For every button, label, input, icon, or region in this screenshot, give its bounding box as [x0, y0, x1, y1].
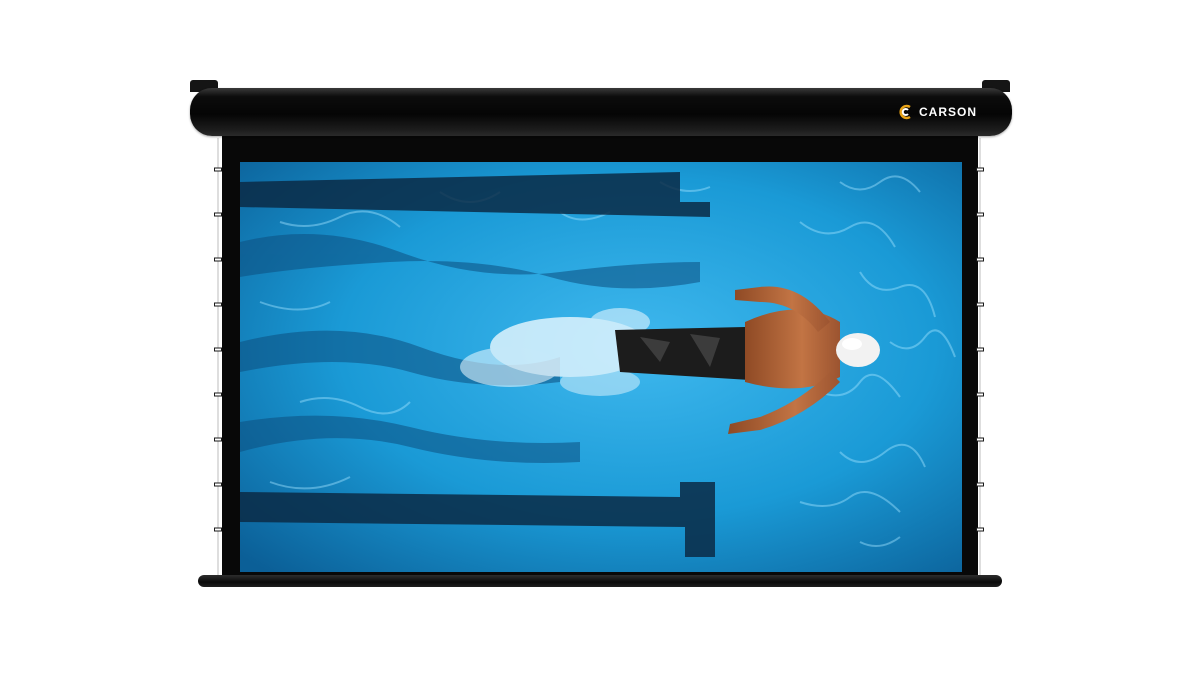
projector-screen-product-image: CARSON — [0, 0, 1200, 675]
swimmer-trunks — [615, 327, 750, 380]
carson-logo-icon — [899, 104, 911, 120]
right-tension-cable — [976, 138, 984, 578]
screen-bottom-weight-bar — [198, 575, 1002, 587]
screen-roller-housing — [190, 88, 1012, 136]
left-tension-cable — [214, 138, 222, 578]
projected-swimmer-image — [240, 162, 962, 572]
brand-logo: CARSON — [898, 104, 977, 120]
brand-name: CARSON — [919, 105, 978, 119]
swimmer-cap — [836, 333, 880, 367]
